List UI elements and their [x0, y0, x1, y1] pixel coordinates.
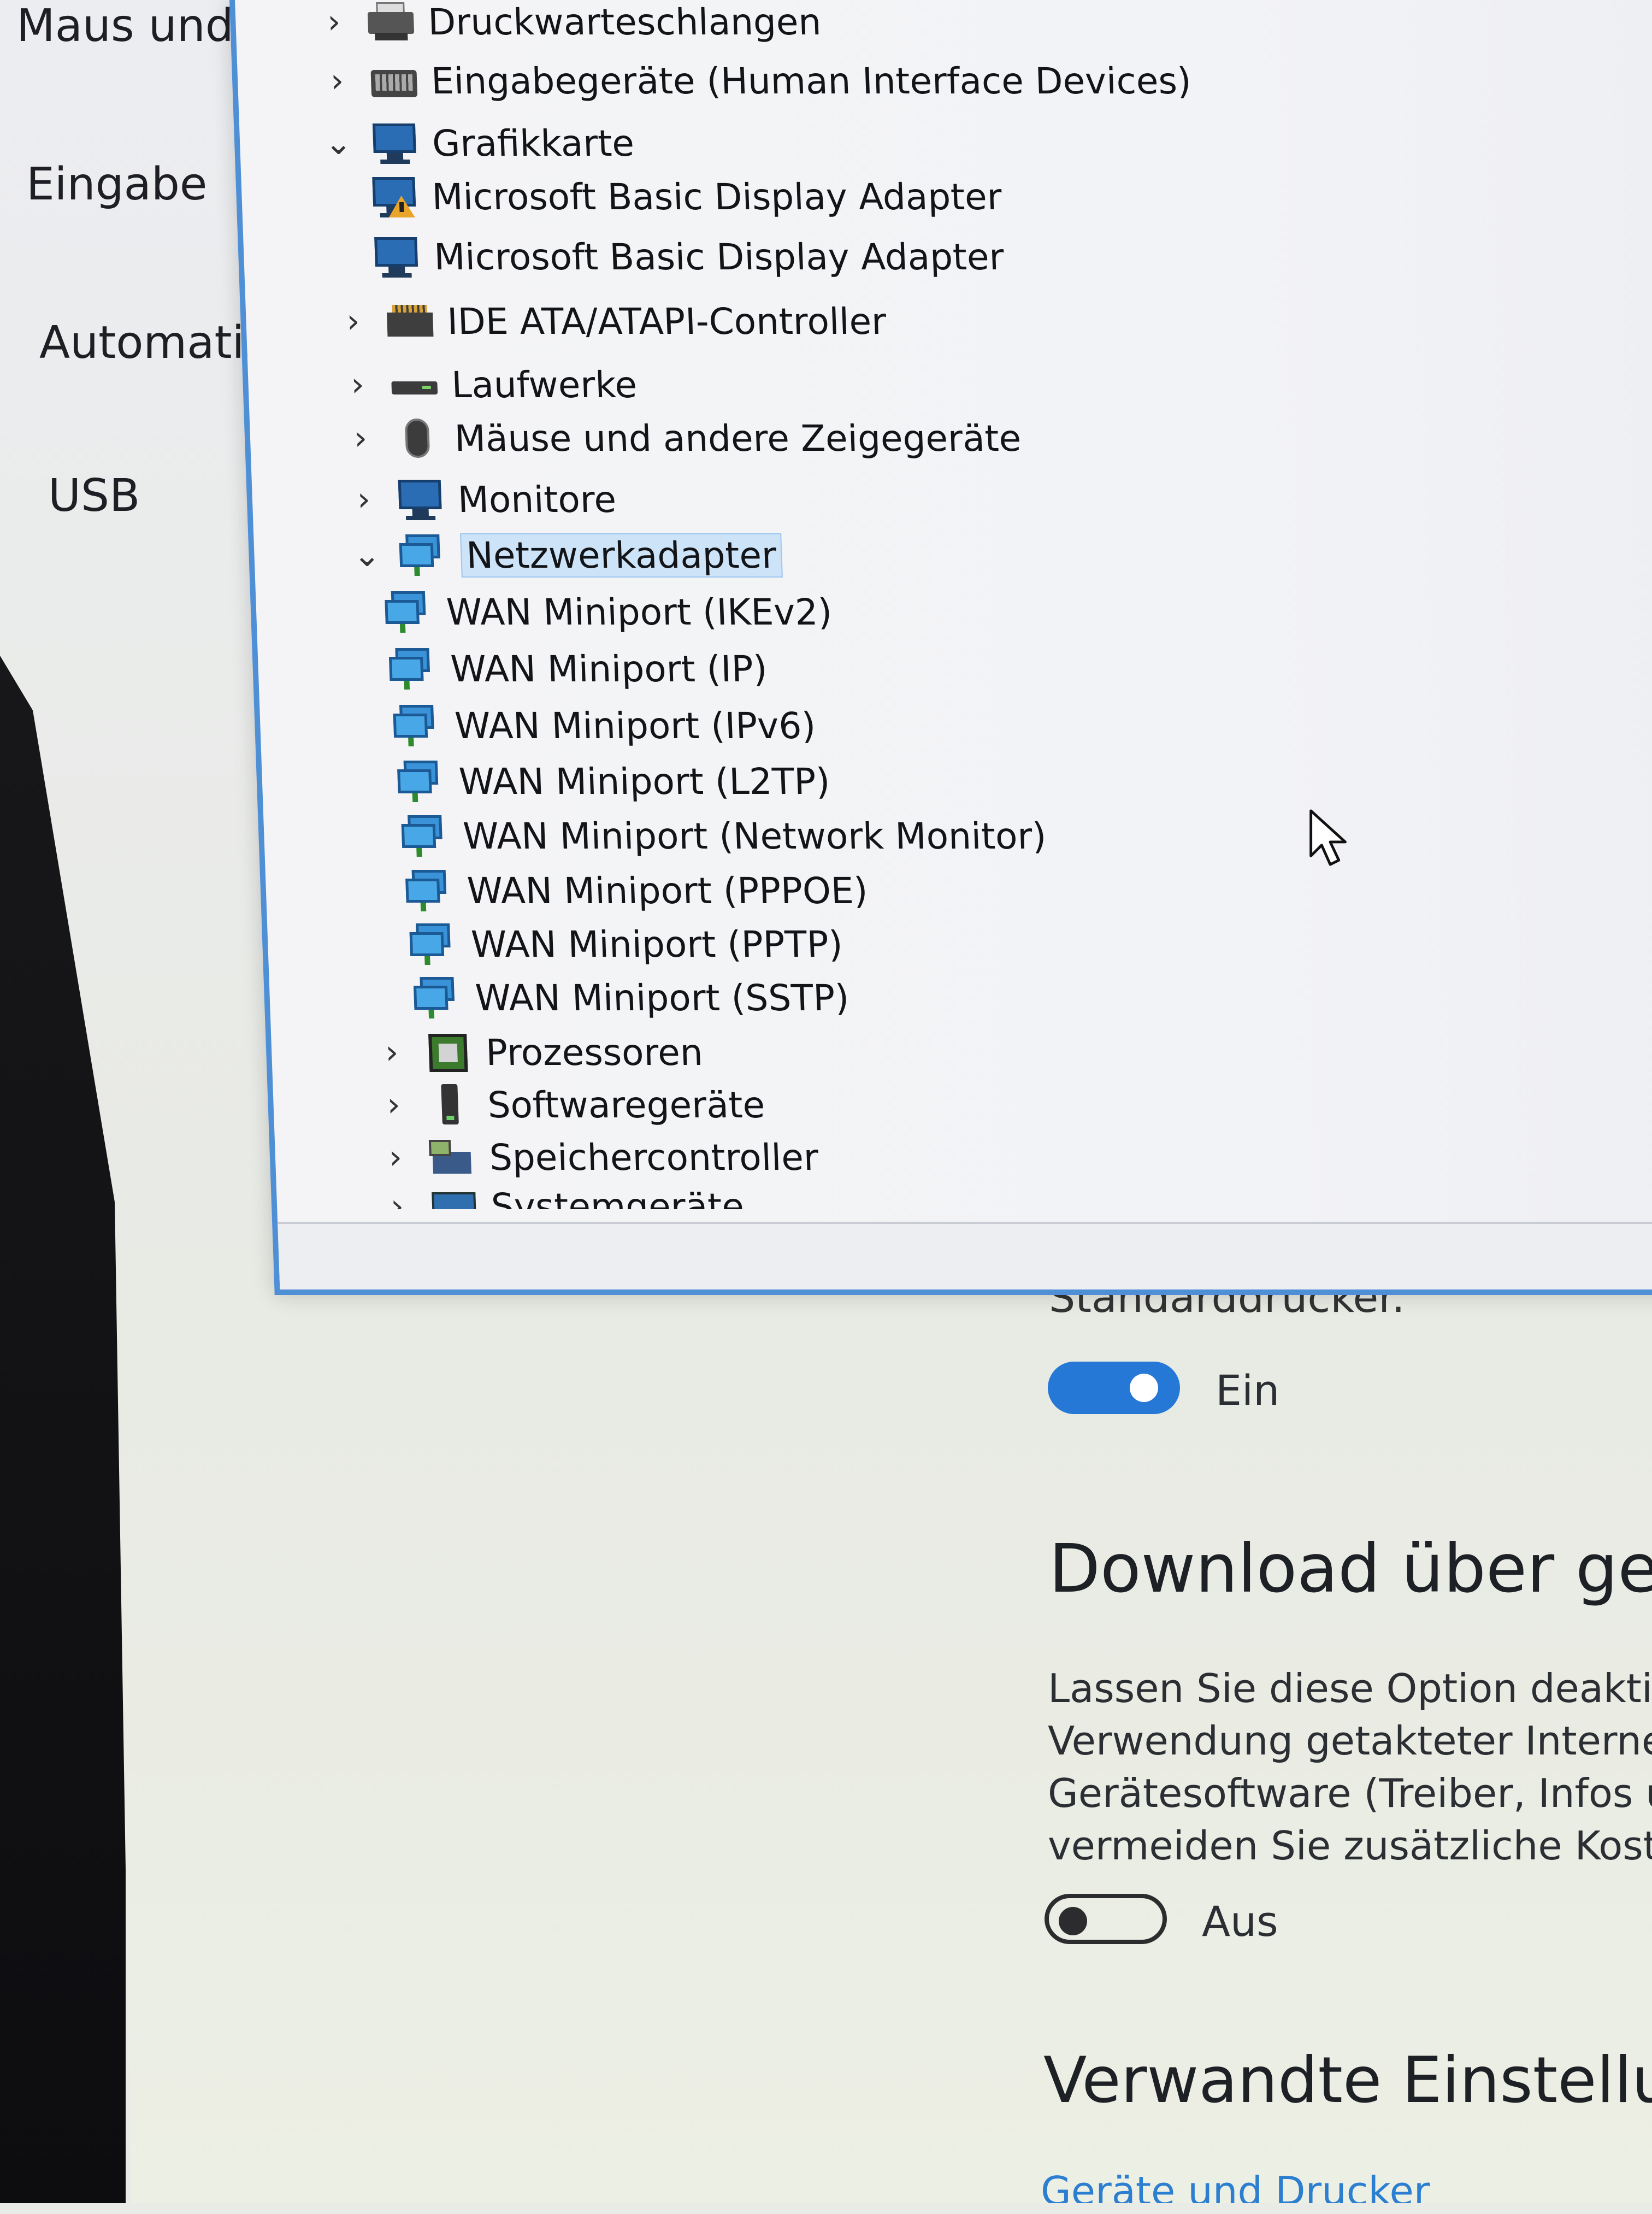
toggle-knob — [1130, 1374, 1158, 1402]
tree-device[interactable]: WAN Miniport (PPTP) — [408, 917, 844, 971]
chevron-right-icon[interactable]: › — [317, 3, 351, 41]
monitor-icon — [369, 121, 433, 165]
related-settings-heading: Verwandte Einstellun — [1043, 2044, 1652, 2117]
tree-item-label: WAN Miniport (IPv6) — [454, 704, 817, 747]
disk-drive-icon — [388, 363, 452, 407]
tree-device[interactable]: WAN Miniport (PPPOE) — [404, 863, 869, 918]
mouse-icon — [392, 416, 456, 460]
processor-icon — [423, 1031, 487, 1074]
tree-device[interactable]: WAN Miniport (SSTP) — [412, 970, 850, 1025]
tree-category[interactable]: › Druckwarteschlangen — [317, 0, 822, 49]
tree-item-label: IDE ATA/ATAPI-Controller — [446, 300, 887, 343]
tree-item-label: Eingabegeräte (Human Interface Devices) — [430, 60, 1192, 102]
tree-category[interactable]: › Eingabegeräte (Human Interface Devices) — [320, 54, 1192, 108]
ide-controller-icon — [384, 299, 448, 343]
chevron-down-icon[interactable]: ⌄ — [321, 124, 355, 162]
tree-item-label: Microsoft Basic Display Adapter — [433, 235, 1005, 278]
chevron-right-icon[interactable]: › — [347, 480, 381, 519]
metered-download-heading: Download über geta — [1049, 1530, 1652, 1607]
tree-category[interactable]: › Laufwerke — [340, 357, 638, 412]
monitor-icon — [395, 478, 459, 521]
tree-item-label: WAN Miniport (L2TP) — [458, 760, 831, 803]
chevron-right-icon[interactable]: › — [380, 1190, 414, 1223]
tree-item-label: Monitore — [457, 478, 617, 521]
network-adapter-icon — [392, 704, 456, 747]
tree-category[interactable]: › Mäuse und andere Zeigegeräte — [343, 411, 1022, 466]
mouse-cursor-icon — [1309, 809, 1347, 866]
storage-controller-icon — [427, 1135, 491, 1179]
tree-item-label: Laufwerke — [451, 363, 638, 406]
chevron-down-icon[interactable]: ⌄ — [350, 536, 384, 574]
tree-item-label: WAN Miniport (Network Monitor) — [462, 815, 1047, 857]
network-adapter-icon — [408, 922, 472, 966]
tree-item-label: Microsoft Basic Display Adapter — [431, 175, 1003, 218]
tree-device[interactable]: WAN Miniport (Network Monitor) — [400, 809, 1047, 863]
network-adapter-icon — [387, 647, 451, 691]
tree-item-label: WAN Miniport (IP) — [450, 647, 768, 690]
metered-description-line-2: Verwendung getakteter Internet — [1048, 1718, 1652, 1764]
metered-download-toggle-label: Aus — [1202, 1897, 1278, 1946]
nav-item-input[interactable]: Eingabe — [26, 158, 207, 210]
default-printer-toggle[interactable] — [1048, 1362, 1180, 1414]
tree-category[interactable]: › Prozessoren — [375, 1025, 704, 1080]
nav-item-usb[interactable]: USB — [48, 470, 140, 522]
metered-description-line-1: Lassen Sie diese Option deaktiv — [1048, 1665, 1652, 1711]
devices-printers-link[interactable]: Geräte und Drucker — [1041, 2168, 1430, 2203]
tree-item-label: Prozessoren — [485, 1031, 704, 1074]
chevron-right-icon[interactable]: › — [320, 62, 354, 100]
tree-device[interactable]: Microsoft Basic Display Adapter — [371, 229, 1005, 284]
tree-device[interactable]: WAN Miniport (IPv6) — [392, 698, 817, 753]
tree-item-label: Netzwerkadapter — [460, 533, 783, 578]
tree-item-label: Grafikkarte — [431, 122, 635, 164]
network-adapter-icon — [396, 759, 460, 803]
device-manager-window: › Druckwarteschlangen › Eingabegeräte (Huma… — [229, 0, 1652, 1295]
metered-description-line-3: Gerätesoftware (Treiber, Infos ur — [1048, 1770, 1652, 1816]
chevron-right-icon[interactable]: › — [377, 1086, 411, 1124]
keyboard-icon — [368, 59, 432, 103]
tree-item-label: Softwaregeräte — [487, 1084, 766, 1126]
tree-category[interactable]: › Speichercontroller — [378, 1130, 819, 1185]
network-adapter-icon — [398, 533, 462, 577]
default-printer-toggle-label: Ein — [1216, 1366, 1280, 1415]
tree-item-label: Systemgeräte — [490, 1185, 745, 1228]
toggle-knob — [1059, 1907, 1087, 1935]
tree-device[interactable]: WAN Miniport (L2TP) — [396, 754, 831, 809]
nav-item-autoplay[interactable]: Automatis — [39, 317, 268, 369]
metered-download-toggle[interactable] — [1045, 1894, 1167, 1944]
tree-item-label: Mäuse und andere Zeigegeräte — [453, 417, 1022, 460]
software-device-icon — [424, 1083, 488, 1127]
printer-icon — [365, 0, 429, 44]
chevron-right-icon[interactable]: › — [341, 366, 375, 404]
tree-item-label: WAN Miniport (PPPOE) — [466, 869, 869, 912]
display-adapter-warning-icon — [369, 175, 433, 219]
tree-item-label: Speichercontroller — [488, 1136, 819, 1179]
tree-item-label: WAN Miniport (IKEv2) — [445, 591, 833, 633]
tree-device[interactable]: Microsoft Basic Display Adapter — [369, 169, 1003, 224]
network-adapter-icon — [384, 590, 447, 634]
nav-item-mouse[interactable]: Maus und — [16, 0, 234, 52]
status-bar — [278, 1222, 1652, 1289]
chevron-right-icon[interactable]: › — [375, 1033, 409, 1071]
tree-device[interactable]: WAN Miniport (IP) — [387, 641, 768, 696]
chevron-right-icon[interactable]: › — [379, 1138, 412, 1176]
tree-category[interactable]: ⌄ Grafikkarte — [321, 116, 635, 170]
tree-device[interactable]: WAN Miniport (IKEv2) — [383, 585, 833, 639]
tree-category[interactable]: › Monitore — [346, 472, 617, 527]
tree-category[interactable]: › IDE ATA/ATAPI-Controller — [336, 294, 887, 349]
display-adapter-icon — [371, 235, 435, 279]
chevron-right-icon[interactable]: › — [344, 419, 377, 457]
tree-item-label: Druckwarteschlangen — [427, 1, 822, 43]
tree-item-label: WAN Miniport (SSTP) — [474, 976, 850, 1019]
tree-category[interactable]: ⌄ Netzwerkadapter — [350, 528, 783, 582]
network-adapter-icon — [404, 869, 468, 912]
tree-category[interactable]: › Softwaregeräte — [376, 1077, 766, 1132]
network-adapter-icon — [412, 976, 476, 1020]
chevron-right-icon[interactable]: › — [336, 302, 370, 340]
network-adapter-icon — [400, 814, 464, 858]
tree-item-label: WAN Miniport (PPTP) — [470, 923, 843, 965]
metered-description-line-4: vermeiden Sie zusätzliche Koste — [1048, 1823, 1652, 1869]
